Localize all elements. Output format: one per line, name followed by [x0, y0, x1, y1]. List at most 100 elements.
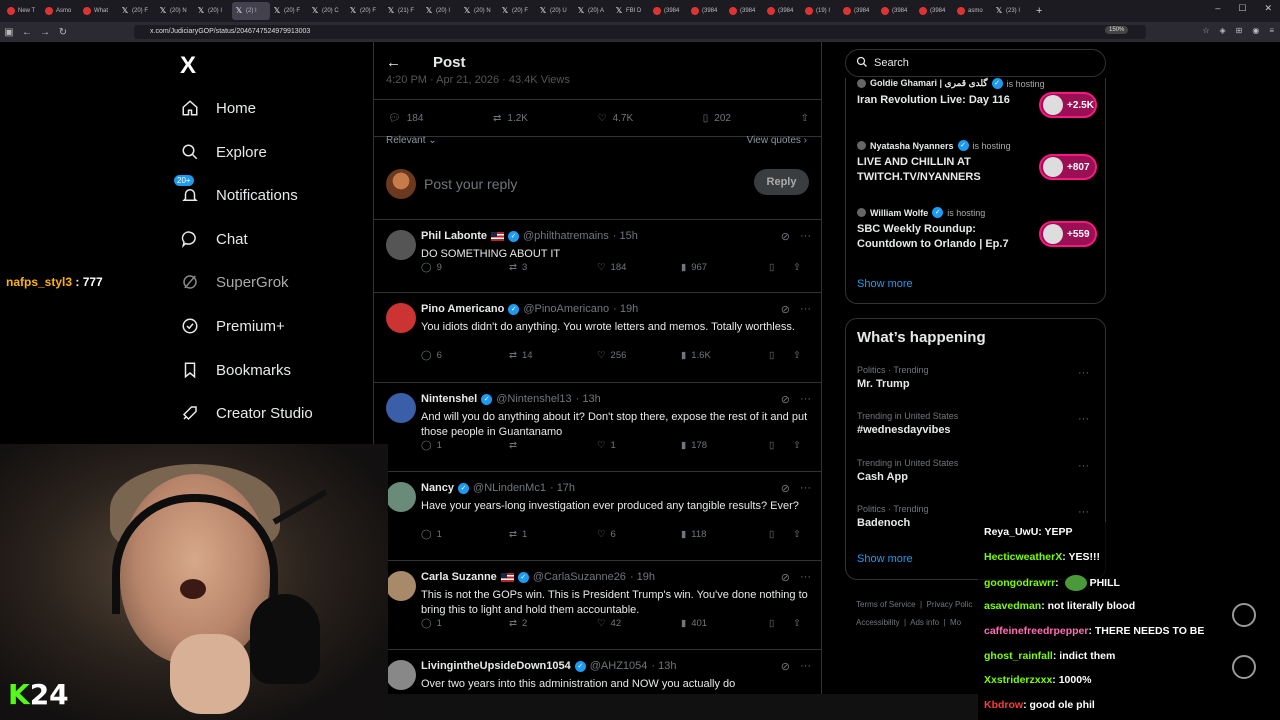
- share-action[interactable]: ⇧: [793, 618, 801, 629]
- minimize-icon[interactable]: –: [1215, 3, 1220, 14]
- browser-tab[interactable]: 𝕏 (21) F: [384, 2, 422, 20]
- repost-action[interactable]: ⇄ 2: [509, 618, 597, 629]
- grok-icon[interactable]: ⊘: [781, 393, 790, 406]
- browser-tab[interactable]: (3984: [916, 2, 954, 20]
- chat-username[interactable]: Kbdrow: [984, 699, 1023, 711]
- avatar[interactable]: [386, 571, 416, 601]
- author-name[interactable]: LivingintheUpsideDown1054: [421, 660, 571, 672]
- reply-action[interactable]: ◯ 6: [421, 350, 509, 361]
- close-window-icon[interactable]: ✕: [1264, 3, 1272, 14]
- more-options-icon[interactable]: ···: [800, 660, 811, 673]
- author-handle[interactable]: @Nintenshel13: [496, 393, 571, 405]
- back-arrow-icon[interactable]: ←: [18, 27, 36, 38]
- grok-icon[interactable]: ⊘: [781, 482, 790, 495]
- browser-tab[interactable]: New T: [4, 2, 42, 20]
- author-handle[interactable]: @NLindenMc1: [473, 482, 546, 494]
- like-action[interactable]: ♡ 184: [597, 262, 681, 273]
- reply-tweet[interactable]: Nintenshel ✓ @Nintenshel13 · 13h ⊘ ··· And wil…: [374, 383, 821, 472]
- browser-tab[interactable]: 𝕏 (20) F: [270, 2, 308, 20]
- reply-action[interactable]: ◯ 9: [421, 262, 509, 273]
- bookmark-action[interactable]: ▯: [769, 529, 793, 540]
- search-input[interactable]: Search: [845, 49, 1106, 77]
- chat-username[interactable]: caffeinefreedrpepper: [984, 625, 1088, 637]
- repost-action[interactable]: ⇄ 3: [509, 262, 597, 273]
- browser-tab[interactable]: What: [80, 2, 118, 20]
- like-action[interactable]: ♡ 42: [597, 618, 681, 629]
- back-arrow-icon[interactable]: ←: [386, 54, 401, 71]
- avatar[interactable]: [386, 230, 416, 260]
- more-options-icon[interactable]: ···: [1078, 506, 1089, 518]
- chat-username[interactable]: asavedman: [984, 600, 1041, 612]
- trends-show-more-link[interactable]: Show more: [857, 553, 913, 565]
- chat-username[interactable]: Xxstriderzxxx: [984, 674, 1052, 686]
- maximize-icon[interactable]: ☐: [1238, 3, 1246, 14]
- reply-action[interactable]: ◯ 1: [421, 529, 509, 540]
- like-action[interactable]: ♡ 256: [597, 350, 681, 361]
- ads-info-link[interactable]: Ads info: [910, 618, 939, 627]
- bookmark-star-icon[interactable]: ☆: [1202, 26, 1209, 35]
- x-logo[interactable]: X: [180, 52, 196, 80]
- reply-tweet[interactable]: Carla Suzanne ✓ @CarlaSuzanne26 · 19h ⊘ ··· Th…: [374, 561, 821, 650]
- trend-item[interactable]: Trending in United States Cash App ···: [857, 458, 1097, 483]
- views-action[interactable]: ▮ 967: [681, 262, 769, 273]
- address-bar[interactable]: x.com/JudiciaryGOP/status/20467475249799…: [134, 25, 1146, 39]
- browser-tab[interactable]: 𝕏 (23) I: [992, 2, 1030, 20]
- repost-action[interactable]: ⇄: [509, 440, 597, 451]
- grok-icon[interactable]: ⊘: [781, 660, 790, 673]
- views-action[interactable]: ▮ 118: [681, 529, 769, 540]
- live-space-item[interactable]: Nyatasha Nyanners ✓ is hosting LIVE AND CHI…: [857, 140, 1097, 185]
- avatar[interactable]: [386, 660, 416, 690]
- reply-tweet[interactable]: Nancy ✓ @NLindenMc1 · 17h ⊘ ··· Have your year…: [374, 472, 821, 561]
- nav-home[interactable]: Home: [180, 96, 256, 120]
- reply-tweet[interactable]: Pino Americano ✓ @PinoAmericano · 19h ⊘ ··· Yo…: [374, 293, 821, 383]
- avatar[interactable]: [386, 393, 416, 423]
- live-space-item[interactable]: William Wolfe ✓ is hosting SBC Weekly Round…: [857, 207, 1097, 252]
- nav-chat[interactable]: Chat: [180, 227, 248, 251]
- author-name[interactable]: Nancy: [421, 482, 454, 494]
- reply-tweet[interactable]: Phil Labonte ✓ @philthatremains · 15h ⊘ ··· DO…: [374, 220, 821, 293]
- browser-tab[interactable]: 𝕏 (20) I: [194, 2, 232, 20]
- forward-arrow-icon[interactable]: →: [36, 27, 54, 38]
- browser-tab-active[interactable]: 𝕏 (2) I: [232, 2, 270, 20]
- accessibility-link[interactable]: Accessibility: [856, 618, 900, 627]
- author-name[interactable]: Pino Americano: [421, 303, 504, 315]
- browser-tab[interactable]: (3984: [726, 2, 764, 20]
- replies-stat[interactable]: 💬︎ 184: [388, 113, 423, 124]
- browser-tab[interactable]: (3984: [650, 2, 688, 20]
- terms-link[interactable]: Terms of Service: [856, 600, 916, 609]
- view-quotes-link[interactable]: View quotes ›: [747, 135, 807, 146]
- reply-input[interactable]: Post your reply: [424, 176, 517, 192]
- live-space-item[interactable]: Goldie Ghamari | گلدی قمری ✓ is hosting Ira…: [857, 78, 1097, 118]
- author-handle[interactable]: @philthatremains: [523, 230, 609, 242]
- bookmark-action[interactable]: ▯: [769, 262, 793, 273]
- share-action[interactable]: ⇧: [793, 350, 801, 361]
- repost-action[interactable]: ⇄ 14: [509, 350, 597, 361]
- avatar[interactable]: [386, 303, 416, 333]
- browser-tab[interactable]: 𝕏 FBI D: [612, 2, 650, 20]
- sort-dropdown[interactable]: Relevant ⌄: [386, 135, 437, 146]
- more-options-icon[interactable]: ···: [1078, 413, 1089, 425]
- more-options-icon[interactable]: ···: [800, 571, 811, 584]
- nav-creator-studio[interactable]: Creator Studio: [180, 401, 313, 425]
- browser-tab[interactable]: (3984: [688, 2, 726, 20]
- bookmark-action[interactable]: ▯: [769, 350, 793, 361]
- nav-bookmarks[interactable]: Bookmarks: [180, 358, 291, 382]
- browser-tab[interactable]: 𝕏 (20) U: [536, 2, 574, 20]
- reply-action[interactable]: ◯ 1: [421, 440, 509, 451]
- nav-supergrok[interactable]: SuperGrok: [180, 270, 289, 294]
- browser-tab[interactable]: (3984: [840, 2, 878, 20]
- chat-username[interactable]: Reya_UwU: [984, 526, 1038, 538]
- new-tab-icon[interactable]: +: [1036, 5, 1042, 17]
- privacy-link[interactable]: Privacy Polic: [927, 600, 973, 609]
- views-action[interactable]: ▮ 401: [681, 618, 769, 629]
- zoom-level[interactable]: 150%: [1105, 26, 1129, 34]
- sidebar-toggle-icon[interactable]: ▣: [0, 27, 18, 38]
- live-listener-pill[interactable]: +2.5K: [1039, 92, 1097, 118]
- grok-chat-icon[interactable]: [1232, 603, 1256, 627]
- author-handle[interactable]: @CarlaSuzanne26: [533, 571, 626, 583]
- nav-premium[interactable]: Premium+: [180, 314, 285, 338]
- grok-icon[interactable]: ⊘: [781, 303, 790, 316]
- shield-icon[interactable]: ◈: [1219, 26, 1225, 35]
- reposts-stat[interactable]: ⇄ 1.2K: [493, 113, 528, 124]
- more-options-icon[interactable]: ···: [1078, 460, 1089, 472]
